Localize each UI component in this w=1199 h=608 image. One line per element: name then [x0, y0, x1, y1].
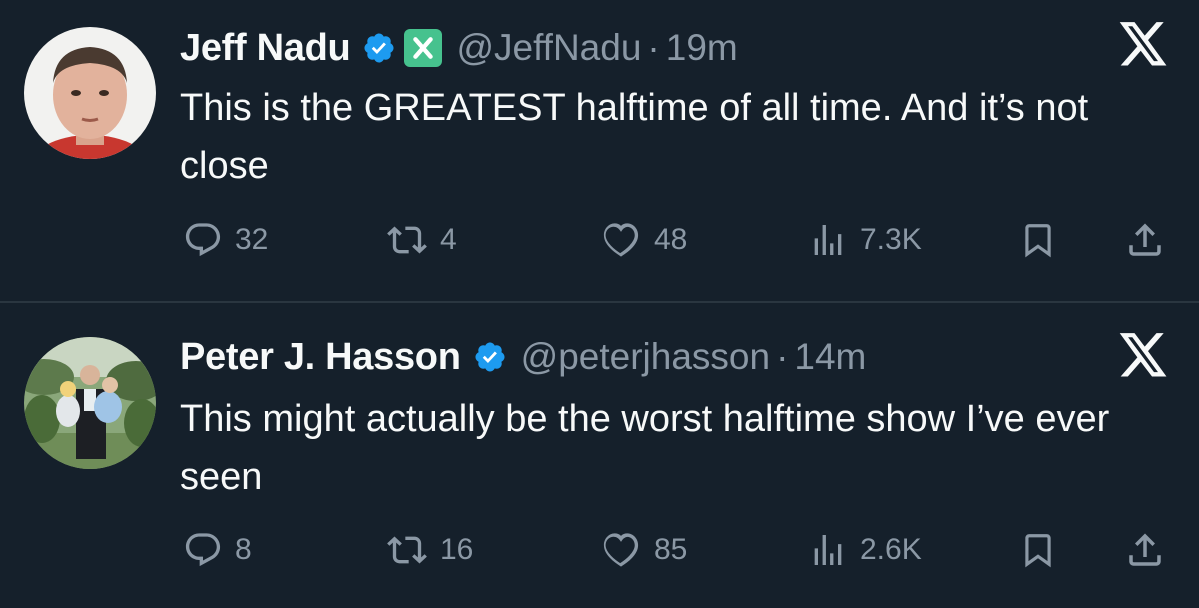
verified-badge-icon [475, 342, 505, 372]
bookmark-button[interactable] [1019, 525, 1057, 575]
view-count: 7.3K [860, 223, 922, 256]
like-icon [603, 223, 639, 257]
tweet-header: Peter J. Hasson @peterjhasson · 14m [180, 333, 866, 381]
like-count: 48 [654, 223, 688, 256]
x-logo-icon [1119, 333, 1167, 377]
reply-icon [185, 533, 221, 567]
bookmark-button[interactable] [1019, 215, 1057, 265]
tweet-text: This is the GREATEST halftime of all tim… [180, 87, 1089, 187]
display-name[interactable]: Peter J. Hasson [180, 336, 461, 379]
reply-count: 32 [235, 223, 269, 256]
tweet-text: This might actually be the worst halftim… [180, 398, 1110, 498]
like-button[interactable]: 85 [600, 525, 687, 575]
repost-button[interactable]: 4 [386, 215, 457, 265]
share-button[interactable] [1124, 525, 1166, 575]
views-icon [814, 535, 842, 565]
tweet-1[interactable]: Jeff Nadu @JeffNadu · 19m This is the GR… [0, 0, 1199, 302]
share-button[interactable] [1124, 215, 1166, 265]
timestamp[interactable]: 19m [666, 27, 738, 69]
user-handle[interactable]: @peterjhasson [521, 336, 770, 378]
share-icon [1129, 533, 1161, 566]
separator-dot: · [647, 27, 660, 68]
x-affiliate-badge-icon [404, 29, 443, 67]
tweet-actions: 8 16 85 2.6K [0, 525, 1199, 575]
display-name[interactable]: Jeff Nadu [180, 27, 351, 70]
bookmark-icon [1025, 534, 1051, 568]
like-count: 85 [654, 533, 688, 566]
repost-icon [387, 226, 427, 254]
repost-icon [387, 536, 427, 564]
verified-badge-icon [364, 33, 394, 63]
views-icon [814, 225, 842, 255]
reply-icon [185, 223, 221, 257]
tweet-actions: 32 4 48 7.3K [0, 215, 1199, 265]
tweet-header: Jeff Nadu @JeffNadu · 19m [180, 24, 738, 72]
timestamp[interactable]: 14m [794, 336, 866, 378]
tweet-2[interactable]: Peter J. Hasson @peterjhasson · 14m This… [0, 303, 1199, 608]
avatar-image [24, 27, 156, 159]
user-handle[interactable]: @JeffNadu [456, 27, 641, 69]
avatar[interactable] [24, 27, 156, 159]
avatar-image [24, 337, 156, 469]
share-icon [1129, 223, 1161, 256]
x-logo-icon [1119, 22, 1167, 66]
reply-count: 8 [235, 533, 252, 566]
views-button[interactable]: 7.3K [808, 215, 922, 265]
view-count: 2.6K [860, 533, 922, 566]
bookmark-icon [1025, 224, 1051, 258]
views-button[interactable]: 2.6K [808, 525, 922, 575]
reply-button[interactable]: 32 [183, 215, 268, 265]
repost-count: 4 [440, 223, 457, 256]
like-icon [603, 533, 639, 567]
reply-button[interactable]: 8 [183, 525, 252, 575]
separator-dot: · [776, 336, 789, 377]
repost-button[interactable]: 16 [386, 525, 473, 575]
repost-count: 16 [440, 533, 474, 566]
avatar[interactable] [24, 337, 156, 469]
like-button[interactable]: 48 [600, 215, 687, 265]
